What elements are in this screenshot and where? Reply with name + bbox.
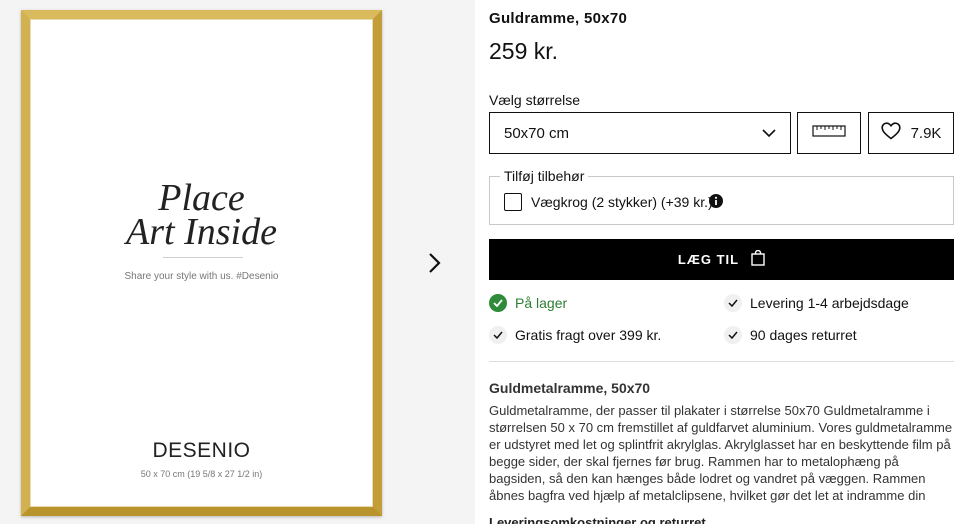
- size-select[interactable]: 50x70 cm: [489, 112, 791, 154]
- stock-status: På lager: [489, 294, 567, 312]
- stock-text: På lager: [515, 295, 568, 311]
- frame-image[interactable]: Place Art Inside Share your style with u…: [21, 10, 382, 516]
- shopping-bag-icon: [751, 249, 765, 269]
- next-image-chevron-icon[interactable]: [424, 252, 444, 274]
- wall-hook-label[interactable]: Vægkrog (2 stykker) (+39 kr.): [531, 194, 713, 210]
- delivery-info: Levering 1-4 arbejdsdage: [724, 294, 909, 312]
- poster-title-line2: Art Inside: [126, 211, 277, 253]
- section-divider: [489, 361, 954, 362]
- poster: Place Art Inside Share your style with u…: [30, 19, 373, 507]
- product-price: 259 kr.: [489, 38, 559, 64]
- check-icon: [724, 294, 742, 312]
- check-circle-icon: [489, 294, 507, 312]
- check-icon: [724, 326, 742, 344]
- check-icon: [489, 326, 507, 344]
- product-gallery: Place Art Inside Share your style with u…: [0, 0, 475, 524]
- poster-brand: DESENIO: [152, 439, 251, 462]
- ruler-icon: [812, 124, 846, 143]
- description-body: Guldmetalramme, der passer til plakater …: [489, 403, 953, 503]
- returns-text: 90 dages returret: [750, 327, 857, 343]
- product-title: Guldramme, 50x70: [489, 10, 628, 27]
- returns-info: 90 dages returret: [724, 326, 857, 344]
- size-select-value: 50x70 cm: [504, 124, 570, 142]
- info-icon[interactable]: [709, 194, 723, 208]
- wishlist-button[interactable]: 7.9K: [868, 112, 954, 154]
- heart-icon: [880, 122, 901, 144]
- wall-hook-checkbox[interactable]: [504, 193, 522, 211]
- delivery-text: Levering 1-4 arbejdsdage: [750, 295, 909, 311]
- shipping-returns-link[interactable]: Leveringsomkostninger og returret: [489, 515, 957, 524]
- size-label: Vælg størrelse: [489, 92, 581, 108]
- poster-divider: [163, 257, 243, 258]
- shipping-text: Gratis fragt over 399 kr.: [515, 327, 662, 343]
- shipping-info: Gratis fragt over 399 kr.: [489, 326, 661, 344]
- description-heading: Guldmetalramme, 50x70: [489, 380, 651, 396]
- accessories-fieldset: Tilføj tilbehør Vægkrog (2 stykker) (+39…: [489, 168, 954, 225]
- wishlist-count: 7.9K: [910, 124, 942, 142]
- poster-tagline: Share your style with us. #Desenio: [124, 271, 279, 282]
- add-to-cart-button[interactable]: LÆG TIL: [489, 239, 954, 280]
- accessories-legend: Tilføj tilbehør: [500, 168, 589, 184]
- add-to-cart-label: LÆG TIL: [677, 252, 740, 267]
- poster-size-text: 50 x 70 cm (19 5/8 x 27 1/2 in): [140, 469, 263, 479]
- chevron-down-icon: [762, 125, 776, 142]
- size-guide-button[interactable]: [797, 112, 861, 154]
